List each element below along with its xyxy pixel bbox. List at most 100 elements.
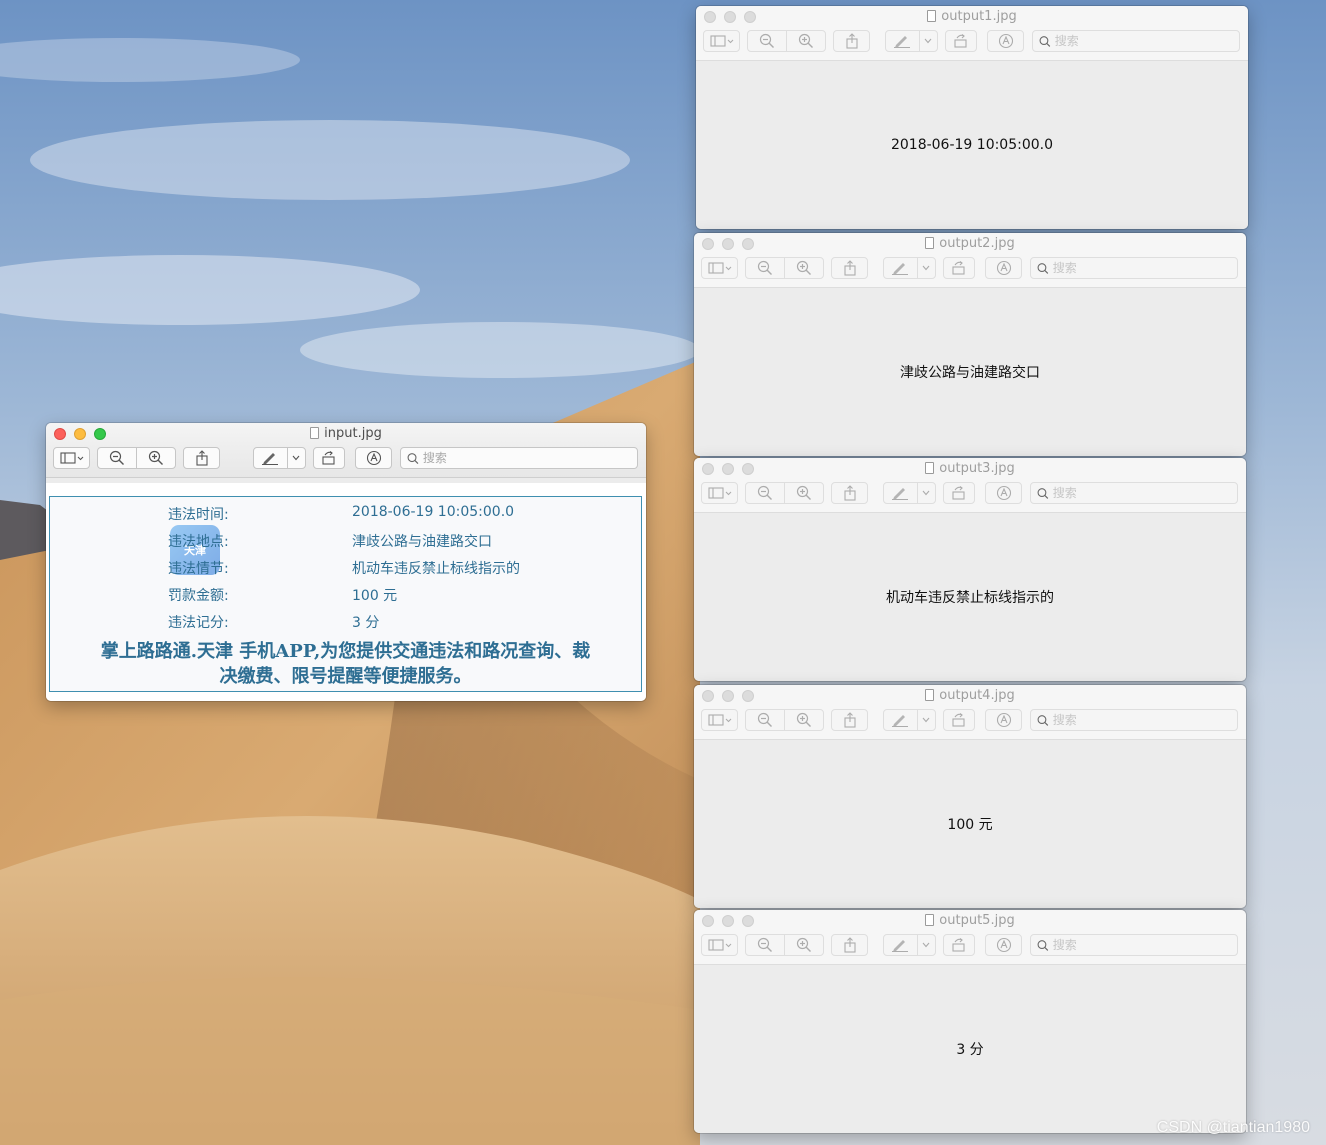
chevron-down-icon — [922, 717, 930, 723]
search-field[interactable] — [1030, 257, 1238, 279]
zoom-in-button[interactable] — [136, 448, 175, 468]
sidebar-button[interactable] — [701, 257, 738, 279]
markup-button[interactable] — [886, 31, 919, 51]
annotate-button[interactable] — [355, 447, 392, 469]
titlebar[interactable]: output4.jpg — [694, 685, 1246, 740]
ticket-row-points: 违法记分: 3 分 — [50, 612, 641, 632]
titlebar[interactable]: output1.jpg — [696, 6, 1248, 61]
file-icon — [927, 10, 937, 22]
sidebar-button[interactable] — [703, 30, 740, 52]
output-window-5[interactable]: output5.jpg 3 分 — [694, 910, 1246, 1133]
file-icon — [925, 914, 935, 926]
markup-button[interactable] — [884, 483, 917, 503]
input-image-window[interactable]: input.jpg 搜索 天津 违法时间: 2018-06-19 10:05:0… — [46, 423, 646, 701]
zoom-in-button[interactable] — [786, 31, 825, 51]
share-button[interactable] — [183, 447, 220, 469]
search-input[interactable] — [1050, 34, 1239, 48]
zoom-out-button[interactable] — [748, 31, 786, 51]
markup-control — [885, 30, 938, 52]
markup-button[interactable] — [884, 710, 917, 730]
zoom-in-button[interactable] — [784, 710, 823, 730]
titlebar[interactable]: output3.jpg — [694, 458, 1246, 513]
output-text: 3 分 — [956, 1042, 984, 1058]
search-input[interactable] — [1048, 713, 1237, 727]
search-field[interactable] — [400, 447, 638, 469]
search-input[interactable] — [1048, 261, 1237, 275]
rotate-icon — [952, 713, 965, 727]
zoom-in-button[interactable] — [784, 483, 823, 503]
sidebar-button[interactable] — [701, 934, 738, 956]
rotate-button[interactable] — [943, 257, 975, 279]
titlebar[interactable]: input.jpg — [46, 423, 646, 478]
share-button[interactable] — [831, 934, 868, 956]
chevron-down-icon — [922, 265, 930, 271]
row-value: 津歧公路与油建路交口 — [352, 534, 492, 550]
titlebar[interactable]: output2.jpg — [694, 233, 1246, 288]
search-field[interactable] — [1030, 482, 1238, 504]
row-label: 罚款金额: — [168, 588, 229, 604]
pen-icon — [894, 36, 911, 48]
zoom-control — [745, 709, 824, 731]
pen-icon — [892, 263, 909, 275]
markup-button[interactable] — [884, 935, 917, 955]
ticket-row-time: 违法时间: 2018-06-19 10:05:00.0 — [50, 504, 641, 524]
rotate-button[interactable] — [313, 447, 345, 469]
zoom-out-icon — [759, 33, 774, 48]
zoom-out-button[interactable] — [746, 935, 784, 955]
sidebar-button[interactable] — [701, 482, 738, 504]
markup-menu-button[interactable] — [916, 258, 935, 278]
window-title: output1.jpg — [696, 9, 1248, 25]
rotate-button[interactable] — [943, 934, 975, 956]
rotate-button[interactable] — [943, 709, 975, 731]
zoom-out-button[interactable] — [98, 448, 136, 468]
output-window-4[interactable]: output4.jpg 100 元 — [694, 685, 1246, 908]
search-field[interactable] — [1032, 30, 1240, 52]
search-input[interactable] — [418, 451, 637, 465]
output-window-2[interactable]: output2.jpg 津歧公路与油建路交口 — [694, 233, 1246, 456]
zoom-in-button[interactable] — [784, 935, 823, 955]
toolbar — [46, 447, 646, 469]
zoom-in-icon — [798, 33, 813, 48]
rotate-button[interactable] — [945, 30, 977, 52]
sidebar-button[interactable] — [53, 447, 90, 469]
markup-menu-button[interactable] — [916, 483, 935, 503]
titlebar[interactable]: output5.jpg — [694, 910, 1246, 965]
search-input[interactable] — [1048, 486, 1237, 500]
annotate-button[interactable] — [985, 934, 1022, 956]
search-icon — [407, 452, 419, 464]
share-button[interactable] — [831, 482, 868, 504]
window-title: output3.jpg — [694, 461, 1246, 477]
sidebar-icon — [707, 939, 731, 951]
zoom-in-button[interactable] — [784, 258, 823, 278]
chevron-down-icon — [292, 455, 300, 461]
search-field[interactable] — [1030, 709, 1238, 731]
annotate-button[interactable] — [985, 257, 1022, 279]
share-button[interactable] — [833, 30, 870, 52]
annotate-button[interactable] — [985, 709, 1022, 731]
markup-menu-button[interactable] — [916, 710, 935, 730]
zoom-out-button[interactable] — [746, 710, 784, 730]
search-field[interactable] — [1030, 934, 1238, 956]
zoom-out-button[interactable] — [746, 483, 784, 503]
row-value: 2018-06-19 10:05:00.0 — [352, 504, 515, 520]
row-label: 违法情节: — [168, 561, 229, 577]
share-button[interactable] — [831, 709, 868, 731]
zoom-out-button[interactable] — [746, 258, 784, 278]
search-input[interactable] — [1048, 938, 1237, 952]
rotate-icon — [952, 486, 965, 500]
annotate-button[interactable] — [987, 30, 1024, 52]
output-window-1[interactable]: output1.jpg 2018-06-19 10:05:00.0 — [696, 6, 1248, 229]
markup-menu-button[interactable] — [286, 448, 305, 468]
output-window-3[interactable]: output3.jpg 机动车违反禁止标线指示的 — [694, 458, 1246, 681]
sidebar-button[interactable] — [701, 709, 738, 731]
markup-button[interactable] — [254, 448, 287, 468]
markup-button[interactable] — [884, 258, 917, 278]
output-text: 2018-06-19 10:05:00.0 — [890, 137, 1054, 153]
ticket-row-location: 违法地点: 津歧公路与油建路交口 — [50, 531, 641, 551]
markup-menu-button[interactable] — [916, 935, 935, 955]
markup-menu-button[interactable] — [918, 31, 937, 51]
annotate-icon — [996, 260, 1011, 276]
share-button[interactable] — [831, 257, 868, 279]
annotate-button[interactable] — [985, 482, 1022, 504]
rotate-button[interactable] — [943, 482, 975, 504]
